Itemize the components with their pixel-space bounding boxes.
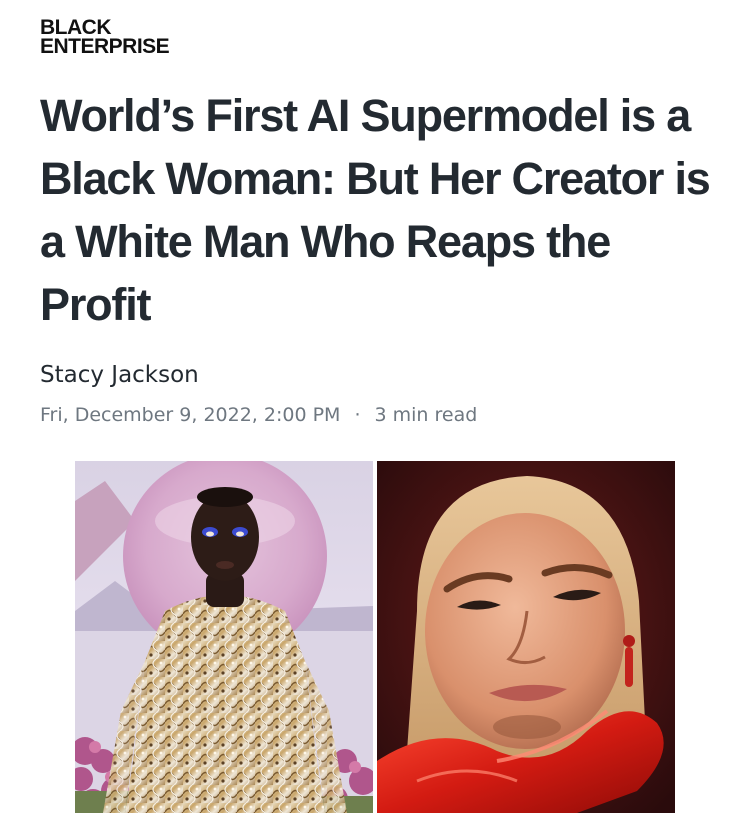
article-page: BLACK ENTERPRISE World’s First AI Superm… xyxy=(0,0,750,813)
article-headline: World’s First AI Supermodel is a Black W… xyxy=(40,90,711,330)
author-name[interactable]: Stacy Jackson xyxy=(40,362,199,388)
article-meta: Fri, December 9, 2022, 2:00 PM · 3 min r… xyxy=(40,404,477,426)
publication-logo[interactable]: BLACK ENTERPRISE xyxy=(40,17,170,58)
article-image xyxy=(75,461,675,813)
read-time: 3 min read xyxy=(374,404,478,426)
ai-supermodel-image xyxy=(75,461,373,813)
creator-portrait-image xyxy=(377,461,675,813)
publish-date: Fri, December 9, 2022, 2:00 PM xyxy=(40,404,341,426)
meta-separator: · xyxy=(354,404,361,426)
logo-line-2: ENTERPRISE xyxy=(40,35,170,58)
